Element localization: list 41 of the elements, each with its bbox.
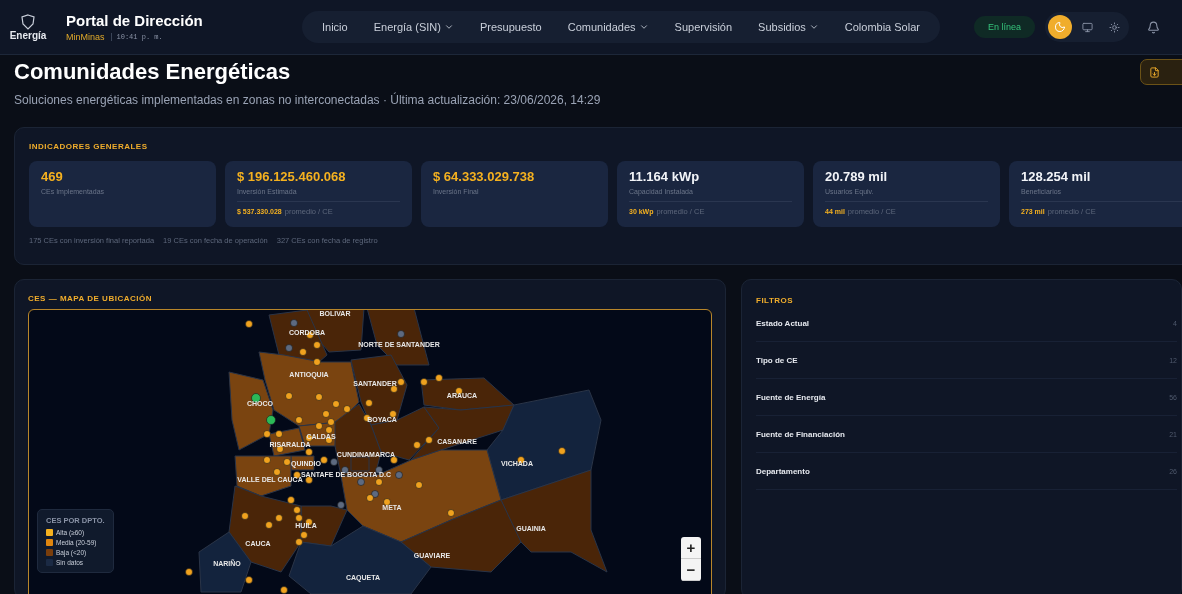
bell-icon	[1147, 20, 1160, 34]
filter-label: Departamento	[756, 466, 810, 476]
sun-icon	[1108, 21, 1120, 33]
nav-item[interactable]: Subsidios	[746, 15, 831, 39]
indicator-value: $ 196.125.460.068	[237, 169, 347, 184]
filter-label: Fuente de Energía	[756, 392, 826, 402]
indicator-value: $ 64.333.029.738	[433, 169, 536, 184]
indicator-value: 11.164 kWp	[629, 169, 701, 184]
theme-button[interactable]	[1048, 15, 1072, 39]
nav-item[interactable]: Comunidades	[555, 15, 661, 39]
zoom-out-button[interactable]: −	[681, 559, 701, 581]
indicator-value: 20.789 mil	[825, 169, 889, 184]
chevron-down-icon	[638, 22, 649, 32]
moon-icon	[1054, 21, 1066, 33]
status-badge: En línea	[973, 16, 1035, 38]
filter-label: Tipo de CE	[756, 355, 798, 365]
filter-label: Estado Actual	[756, 318, 810, 328]
monitor-icon	[1081, 21, 1093, 33]
chevron-down-icon	[443, 22, 454, 32]
section-title: INDICADORES GENERALES	[29, 142, 149, 151]
notifications-button[interactable]	[1145, 18, 1162, 36]
filter-label: Fuente de Financiación	[756, 429, 845, 439]
indicator-value: 469	[41, 169, 64, 184]
org-name: MinMinas	[66, 32, 105, 42]
nav-item[interactable]: Presupuesto	[467, 15, 554, 39]
nav-item[interactable]: Colombia Solar	[832, 15, 932, 39]
nav-item[interactable]: Supervisión	[662, 15, 745, 39]
portal-title: Portal de Dirección	[66, 12, 204, 29]
chevron-down-icon	[808, 22, 819, 32]
file-icon	[1149, 66, 1160, 78]
page-title: Comunidades Energéticas	[14, 59, 291, 85]
logo-text: Energía	[9, 29, 47, 41]
section-title: FILTROS	[756, 296, 795, 305]
section-title: CES — MAPA DE UBICACIÓN	[28, 294, 153, 303]
nav-item[interactable]: Inicio	[310, 15, 360, 39]
page-subtitle: Soluciones energéticas implementadas en zonas no interconectadas · Última actualización: 23/06/2026, 14:29	[14, 93, 602, 107]
shield-icon	[21, 13, 35, 30]
export-button[interactable]	[1140, 59, 1182, 85]
indicator-value: 128.254 mil	[1021, 169, 1092, 184]
zoom-in-button[interactable]: +	[681, 537, 701, 559]
nav-item[interactable]: Energía (SIN)	[361, 15, 466, 39]
